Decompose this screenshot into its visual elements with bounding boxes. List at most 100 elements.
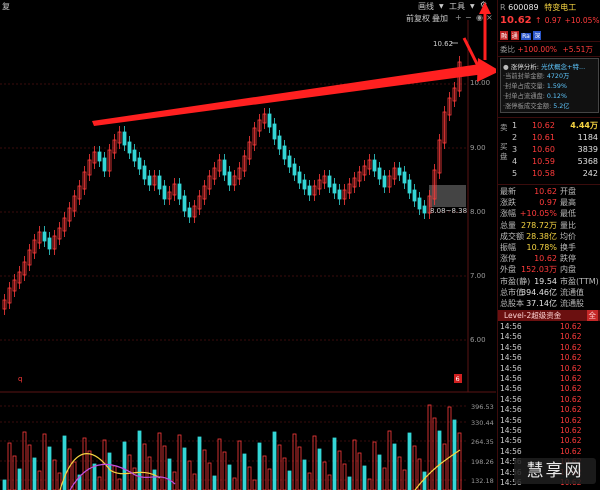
volume-bar [412, 445, 417, 490]
quote-label-right: 均价 [560, 231, 576, 241]
candle-body [157, 175, 162, 190]
quote-label: 总量 [500, 220, 516, 230]
quote-value: 10.78% [526, 243, 557, 252]
bottom-marker: q [18, 375, 22, 383]
tick-time: 14:56 [500, 405, 522, 415]
volume-bar [377, 454, 382, 490]
vol-axis-1: 396.53 [471, 403, 494, 411]
volume-bar [72, 461, 77, 490]
tick-price: 10.62 [560, 405, 582, 415]
bottom-badge-label: 6 [456, 375, 460, 383]
volume-bar [327, 474, 332, 490]
order-price: 10.60 [532, 145, 555, 154]
volume-bar [337, 450, 342, 490]
candle-body [227, 171, 232, 186]
candle-body [182, 195, 187, 212]
volume-bar [202, 449, 207, 490]
volume-bar [172, 471, 177, 490]
tick-row: 14:56 10.62 [498, 332, 600, 342]
vol-axis-2: 330.44 [471, 419, 494, 427]
tick-row: 14:56 10.62 [498, 364, 600, 374]
volume-bar [297, 446, 302, 490]
limit-up-title: 涨停分析: [510, 63, 539, 71]
tick-price: 10.62 [560, 353, 582, 363]
order-book-row[interactable]: 5 10.58 242 [498, 168, 600, 180]
price-change: 0.97 [544, 16, 562, 25]
concept-link[interactable]: 光伏概念+特... [541, 63, 585, 71]
tick-time: 14:56 [500, 322, 522, 331]
level2-badge[interactable]: 全 [586, 310, 598, 321]
tick-row: 14:56 10.62 [498, 322, 600, 332]
candle-body [337, 189, 342, 200]
tick-price: 10.62 [560, 446, 582, 456]
limit-turnover-label: ·涨停板成交金额: [503, 103, 552, 110]
order-book-row[interactable]: 3 10.60 3839 [498, 144, 600, 156]
level2-label: Level-2超级资金 [504, 311, 562, 320]
volume-bar [117, 478, 122, 490]
order-price: 10.62 [532, 121, 555, 130]
volume-bar [142, 443, 147, 490]
limit-up-items: ·当前封单金额: 4720万 ·封单占成交量: 1.59% ·封单占流通盘: 0… [503, 72, 570, 112]
order-book-row[interactable]: 4 10.59 5368 [498, 156, 600, 168]
quote-row: 成交额 28.38亿 均价 [498, 231, 600, 243]
candle-body [407, 179, 412, 194]
candle-body [122, 131, 127, 146]
seal-vol-label: ·封单占成交量: [503, 83, 545, 90]
volume-bar [197, 436, 202, 490]
tick-price: 10.62 [560, 394, 582, 404]
volume-bar [2, 479, 7, 490]
last-price: 10.62 [500, 15, 532, 26]
quote-row: 总市值 394.46亿 流通值 [498, 287, 600, 299]
volume-bar [92, 463, 97, 490]
candle-body [277, 135, 282, 150]
volume-bar [107, 452, 112, 490]
candle-body [402, 171, 407, 184]
quote-label-right: 最低 [560, 209, 576, 219]
quote-row: 总量 278.72万 量比 [498, 220, 600, 232]
order-volume: 3839 [577, 145, 598, 154]
kline-svg: 10.62 8.08~8.38 10.00 9.00 8.00 7.00 6.0… [0, 2, 496, 490]
volume-bar [87, 450, 92, 490]
kline-chart-panel[interactable]: 复 画线 ▼ 工具 ▼ ⚙ 前复权 叠加 + − ◉ × 10.62 8.08~… [0, 0, 496, 490]
quote-label: 成交额 [500, 231, 524, 241]
tick-time: 14:56 [500, 384, 522, 394]
order-volume: 4.44万 [570, 121, 598, 130]
quote-value: 152.03万 [521, 265, 557, 275]
tick-row: 14:56 10.62 [498, 447, 600, 457]
quote-label-right: 开盘 [560, 187, 576, 196]
quote-label-right: 流通股 [560, 299, 584, 308]
order-book-row[interactable]: 2 10.61 1184 [498, 132, 600, 144]
quote-label: 市盈(静) [500, 276, 531, 286]
limit-turnover-value: 5.2亿 [553, 103, 570, 110]
tick-time: 14:56 [500, 426, 522, 435]
volume-bar [272, 431, 277, 490]
tick-row: 14:56 10.62 [498, 343, 600, 353]
candle-body [267, 113, 272, 128]
candle-body [222, 159, 227, 176]
quote-label-right: 量比 [560, 220, 576, 230]
seal-float-value: 0.12% [546, 93, 567, 100]
tick-price: 10.62 [560, 332, 582, 342]
tag-ra[interactable]: Ra [521, 33, 531, 40]
order-book: 卖 买盘 1 10.62 4.44万 2 10.61 1184 3 10.60 3839 4 10.… [498, 120, 600, 182]
volume-bar [277, 444, 282, 490]
tag-shen[interactable]: 深 [533, 31, 542, 40]
range-label: 8.08~8.38 [430, 207, 467, 215]
quote-label: 总股本 [500, 299, 524, 308]
tag-tong[interactable]: 通 [510, 31, 519, 40]
order-volume: 1184 [577, 133, 598, 142]
volume-bar [362, 465, 367, 490]
order-book-row[interactable]: 1 10.62 4.44万 [498, 120, 600, 132]
volume-bar [317, 448, 322, 490]
level2-bar[interactable]: Level-2超级资金 全 [498, 310, 600, 321]
volume-bar [242, 453, 247, 490]
candle-body [307, 185, 312, 196]
volume-bar [352, 439, 357, 490]
tick-time: 14:56 [500, 332, 522, 342]
order-price: 10.59 [532, 157, 555, 166]
tag-rong[interactable]: 融 [500, 31, 509, 40]
volume-bar [382, 467, 387, 490]
volume-bar [192, 473, 197, 490]
tick-price: 10.62 [560, 384, 582, 394]
quote-value: 278.72万 [521, 220, 557, 230]
